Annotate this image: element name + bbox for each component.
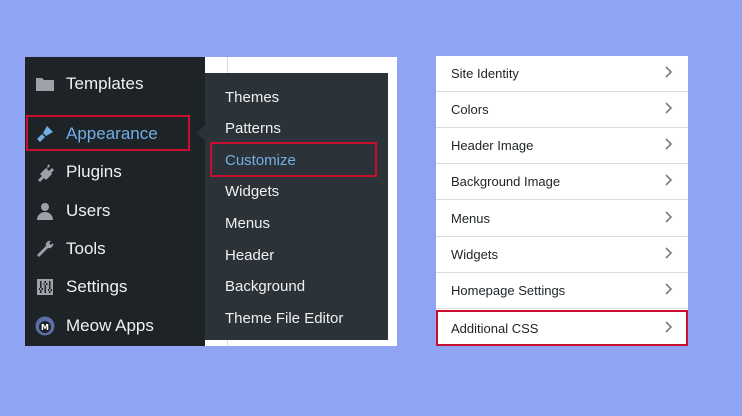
- sidebar-item-meow-apps[interactable]: M Meow Apps: [25, 307, 205, 345]
- plug-icon: [34, 161, 56, 183]
- customizer-section-colors[interactable]: Colors: [436, 92, 688, 128]
- customizer-section-site-identity[interactable]: Site Identity: [436, 56, 688, 92]
- submenu-item-label: Customize: [225, 151, 296, 169]
- sidebar-item-templates[interactable]: Templates: [25, 65, 205, 103]
- submenu-item-label: Background: [225, 277, 306, 295]
- chevron-right-icon: [663, 211, 673, 226]
- submenu-item-menus[interactable]: Menus: [225, 211, 270, 235]
- customizer-section-additional-css[interactable]: Additional CSS: [436, 310, 688, 346]
- sliders-icon: [34, 276, 56, 298]
- section-label: Menus: [451, 211, 491, 226]
- section-label: Header Image: [451, 138, 534, 153]
- submenu-item-widgets[interactable]: Widgets: [225, 179, 279, 203]
- customizer-section-header-image[interactable]: Header Image: [436, 128, 688, 164]
- sidebar-item-label: Users: [66, 201, 111, 220]
- section-label: Colors: [451, 102, 489, 117]
- section-label: Homepage Settings: [451, 283, 566, 298]
- submenu-item-theme-file-editor[interactable]: Theme File Editor: [225, 306, 343, 330]
- submenu-item-header[interactable]: Header: [225, 243, 274, 267]
- customizer-section-widgets[interactable]: Widgets: [436, 237, 688, 273]
- chevron-right-icon: [663, 247, 673, 262]
- sidebar-item-label: Settings: [66, 277, 128, 296]
- customizer-sections-panel: Site Identity Colors Header Image Backgr…: [436, 56, 688, 346]
- sidebar-item-settings[interactable]: Settings: [25, 268, 205, 306]
- sidebar-item-label: Plugins: [66, 162, 122, 181]
- sidebar-item-tools[interactable]: Tools: [25, 230, 205, 268]
- paintbrush-icon: [34, 123, 56, 145]
- submenu-item-customize[interactable]: Customize: [225, 148, 296, 172]
- submenu-item-themes[interactable]: Themes: [225, 85, 279, 109]
- chevron-right-icon: [663, 138, 673, 153]
- chevron-right-icon: [663, 102, 673, 117]
- meow-apps-logo-icon: M: [34, 315, 56, 337]
- submenu-item-label: Patterns: [225, 119, 281, 137]
- submenu-item-label: Widgets: [225, 182, 280, 200]
- chevron-right-icon: [663, 174, 673, 189]
- sidebar-item-label: Appearance: [66, 124, 158, 143]
- submenu-item-label: Themes: [225, 88, 280, 106]
- submenu-item-patterns[interactable]: Patterns: [225, 116, 281, 140]
- sidebar-item-label: Templates: [66, 74, 144, 93]
- admin-sidebar: Templates Appearance Plugins Users Tools: [25, 57, 205, 346]
- customizer-section-homepage-settings[interactable]: Homepage Settings: [436, 273, 688, 309]
- sidebar-item-appearance[interactable]: Appearance: [25, 115, 205, 153]
- customizer-section-menus[interactable]: Menus: [436, 201, 688, 237]
- wp-admin-panel: Templates Appearance Plugins Users Tools: [25, 57, 397, 346]
- sidebar-item-users[interactable]: Users: [25, 192, 205, 230]
- submenu-item-label: Menus: [225, 214, 271, 232]
- section-label: Additional CSS: [451, 320, 539, 336]
- svg-text:M: M: [41, 323, 49, 332]
- wrench-icon: [34, 238, 56, 260]
- submenu-item-background[interactable]: Background: [225, 274, 305, 298]
- sidebar-item-label: Meow Apps: [66, 316, 154, 335]
- section-label: Widgets: [451, 247, 498, 262]
- appearance-submenu: Themes Patterns Customize Widgets Menus …: [205, 73, 388, 340]
- section-label: Site Identity: [451, 66, 519, 81]
- section-label: Background Image: [451, 174, 561, 189]
- sidebar-item-label: Tools: [66, 239, 106, 258]
- customizer-section-background-image[interactable]: Background Image: [436, 164, 688, 200]
- chevron-right-icon: [663, 66, 673, 81]
- flyout-pointer: [197, 125, 205, 141]
- chevron-right-icon: [663, 320, 673, 336]
- user-icon: [34, 200, 56, 222]
- folder-icon: [34, 73, 56, 95]
- submenu-item-label: Header: [225, 246, 275, 264]
- submenu-item-label: Theme File Editor: [225, 309, 344, 327]
- chevron-right-icon: [663, 283, 673, 298]
- sidebar-item-plugins[interactable]: Plugins: [25, 153, 205, 191]
